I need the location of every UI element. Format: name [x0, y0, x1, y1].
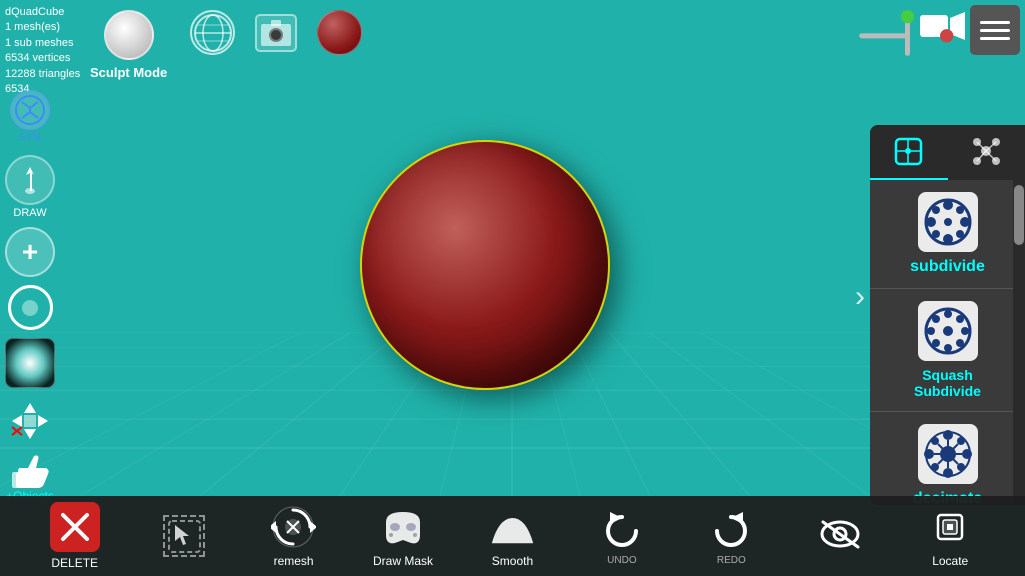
draw-mask-button[interactable]: Draw Mask [368, 505, 438, 568]
thumbs-up-icon [7, 454, 52, 489]
undo-label: UNDO [607, 555, 636, 566]
radio-inner [22, 300, 38, 316]
mesh-name: dQuadCube [5, 5, 80, 20]
delete-label: DELETE [51, 556, 98, 570]
vertex-count: 6534 vertices [5, 51, 80, 66]
decimate-icon [918, 424, 978, 484]
subdivide-icon [918, 192, 978, 252]
squash-subdivide-icon [918, 301, 978, 361]
no-see-icon [818, 512, 863, 557]
visibility-button[interactable] [806, 512, 876, 561]
locate-button[interactable]: Locate [915, 505, 985, 568]
sym-label: SYM [19, 132, 41, 143]
draw-button[interactable]: DRAW [5, 155, 55, 219]
camera-snapshot-icon[interactable] [255, 14, 297, 52]
add-icon: + [22, 236, 38, 268]
tab-geometry[interactable] [870, 125, 948, 180]
hamburger-line-1 [980, 21, 1010, 24]
draw-icon [5, 155, 55, 205]
bottom-toolbar: DELETE remesh [0, 496, 1025, 576]
delete-button[interactable]: DELETE [40, 502, 110, 570]
locate-label: Locate [932, 554, 968, 568]
smooth-button[interactable]: Smooth [477, 505, 547, 568]
triangle-count: 12288 triangles [5, 67, 80, 82]
panel-item-squash-subdivide[interactable]: SquashSubdivide [870, 289, 1025, 412]
redo-label: REDO [717, 555, 746, 566]
remesh-button[interactable]: remesh [259, 505, 329, 568]
move-button[interactable] [5, 396, 55, 446]
globe-svg [193, 13, 233, 53]
smooth-bottom-icon [490, 505, 535, 550]
sym-icon [10, 90, 50, 130]
panel-tabs [870, 125, 1025, 180]
scrollbar-thumb[interactable] [1014, 185, 1024, 245]
gimbal-widget [855, 20, 955, 50]
undo-button[interactable]: UNDO [587, 506, 657, 566]
top-icons [190, 10, 362, 55]
locate-icon [928, 505, 973, 550]
mesh-info: dQuadCube 1 mesh(es) 1 sub meshes 6534 v… [5, 5, 80, 97]
draw-mask-label: Draw Mask [373, 554, 433, 568]
right-panel: subdivide SquashSubdivide [870, 125, 1025, 505]
hamburger-menu[interactable] [970, 5, 1020, 55]
panel-scrollbar[interactable] [1013, 180, 1025, 505]
add-button[interactable]: + [5, 227, 55, 277]
symmetry-button[interactable]: SYM [10, 90, 50, 143]
undo-icon [599, 506, 644, 551]
remesh-label: remesh [274, 554, 314, 568]
redo-button[interactable]: REDO [696, 506, 766, 566]
sub-mesh-count: 1 sub meshes [5, 36, 80, 51]
sculpt-mode-circle[interactable] [104, 10, 154, 60]
sculpt-mode-label: Sculpt Mode [90, 65, 167, 80]
squash-subdivide-label: SquashSubdivide [914, 367, 981, 399]
panel-item-decimate[interactable]: decimate [870, 412, 1025, 505]
material-sphere-thumb[interactable] [317, 10, 362, 55]
draw-label: DRAW [13, 207, 46, 219]
tab-nodes[interactable] [948, 125, 1025, 180]
left-sidebar: SYM DRAW + [5, 90, 55, 503]
draw-mask-icon [381, 505, 426, 550]
redo-icon [709, 506, 754, 551]
smooth-label: Smooth [492, 554, 533, 568]
remesh-icon [271, 505, 316, 550]
panel-item-subdivide[interactable]: subdivide [870, 180, 1025, 289]
sculpt-sphere[interactable] [360, 140, 610, 390]
cursor-icon [163, 515, 205, 557]
globe-icon[interactable] [190, 10, 235, 55]
delete-icon [50, 502, 100, 552]
glow-tool-button[interactable] [5, 338, 55, 388]
mesh-count: 1 mesh(es) [5, 20, 80, 35]
hamburger-line-3 [980, 37, 1010, 40]
hamburger-line-2 [980, 29, 1010, 32]
panel-expand-chevron[interactable]: › [855, 280, 865, 314]
panel-items-list: subdivide SquashSubdivide [870, 180, 1025, 505]
subdivide-label: subdivide [910, 258, 985, 276]
sculpt-mode-section: Sculpt Mode [90, 10, 167, 80]
cursor-button[interactable] [149, 515, 219, 557]
circle-tool-button[interactable] [8, 285, 53, 330]
